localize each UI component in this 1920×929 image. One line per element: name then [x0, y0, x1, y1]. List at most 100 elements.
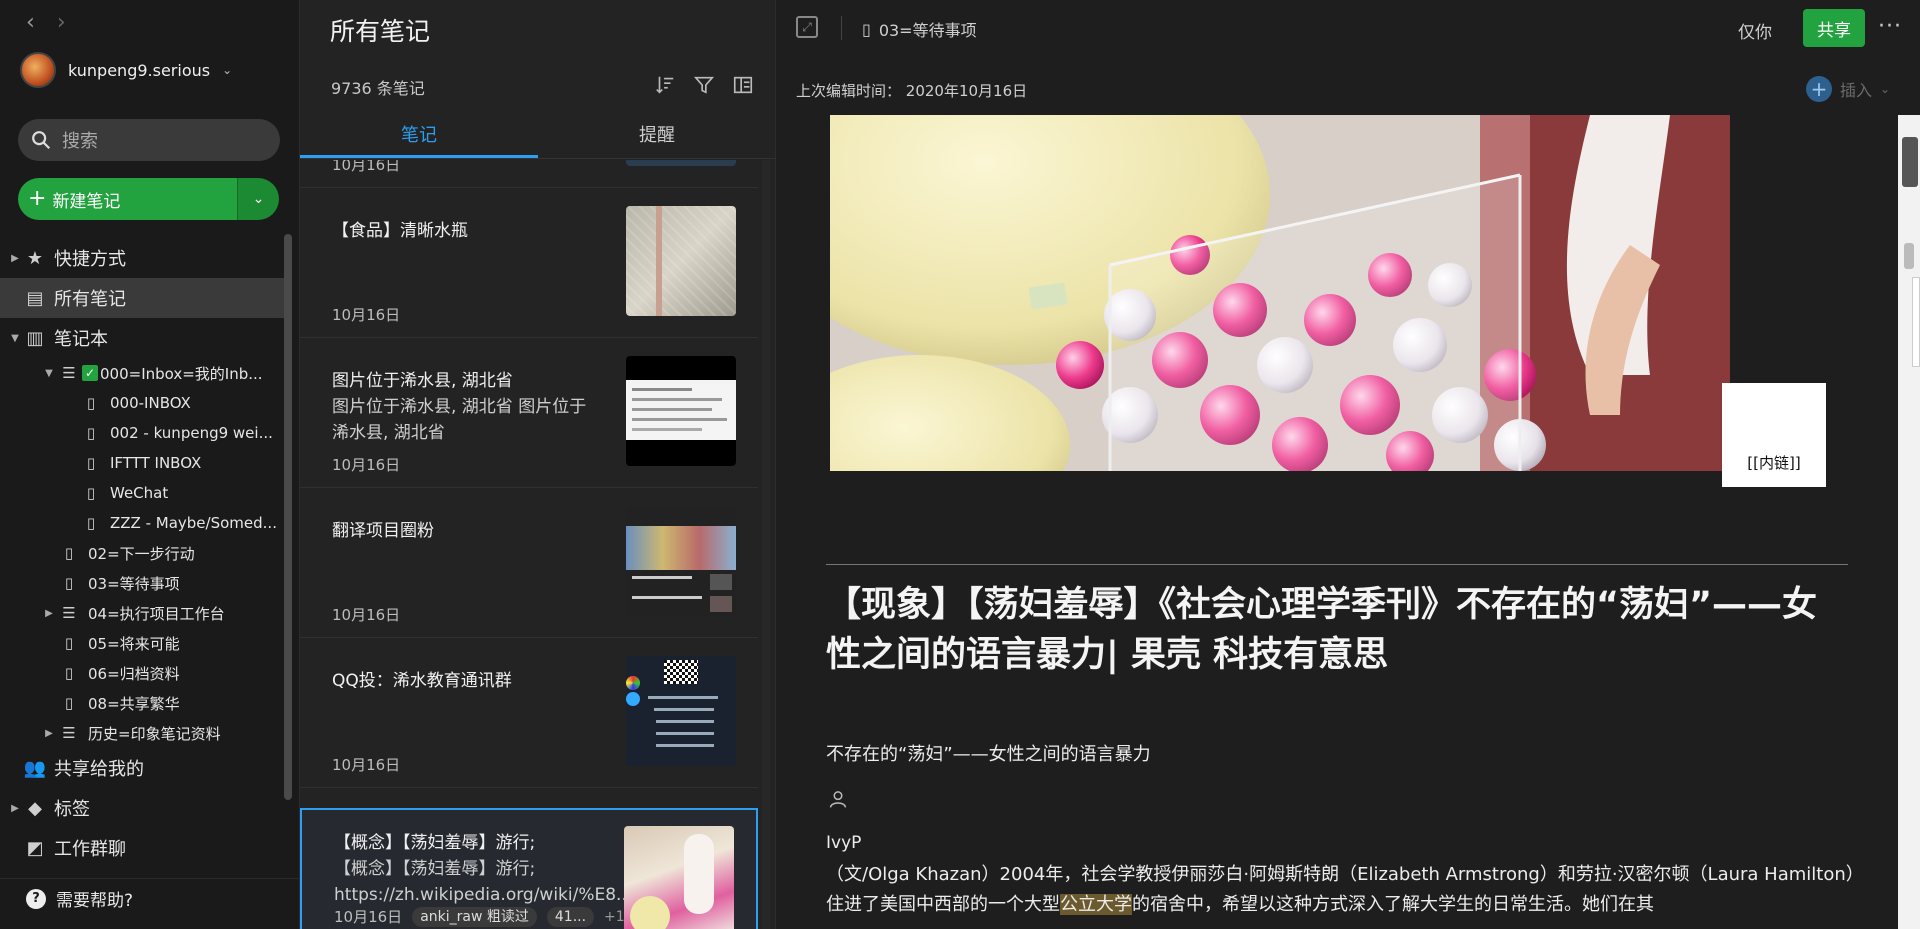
scroll-thumb[interactable] — [1904, 243, 1914, 269]
sidebar-item-notebook[interactable]: ▯ 000-INBOX — [0, 388, 284, 418]
notebook-icon: ▯ — [86, 514, 96, 532]
filter-icon[interactable] — [693, 74, 715, 96]
inner-link-button[interactable]: [[内链]] — [1722, 383, 1826, 487]
sidebar-item-shortcuts[interactable]: ▶ ★ 快捷方式 — [0, 238, 284, 278]
checkmark-icon: ✓ — [82, 365, 98, 381]
sidebar-item-label: 002 - kunpeng9 wei... — [110, 424, 273, 442]
search-input[interactable]: 搜索 — [18, 119, 280, 161]
chat-icon: ◩ — [26, 837, 44, 859]
sidebar-item-label: 历史=印象笔记资料 — [88, 724, 221, 743]
forward-arrow-icon[interactable]: › — [57, 10, 66, 35]
sidebar-item-notebook[interactable]: ▯ 03=等待事项 — [0, 568, 284, 598]
scroll-thumb[interactable] — [1902, 137, 1918, 187]
sidebar-item-notebook[interactable]: ▯ 02=下一步行动 — [0, 538, 284, 568]
chevron-down-icon: ⌄ — [222, 63, 233, 77]
sidebar-item-notebook[interactable]: ▯ 05=将来可能 — [0, 628, 284, 658]
people-icon: 👥 — [23, 757, 47, 779]
help-button[interactable]: ? 需要帮助? — [0, 878, 300, 918]
visibility-label[interactable]: 仅你 — [1738, 18, 1772, 43]
sidebar-tree: ▶ ★ 快捷方式 ▤ 所有笔记 ▼ ▥ 笔记本 ▼ ☰ ✓ 000=Inbox=… — [0, 238, 284, 868]
sort-icon[interactable] — [654, 74, 676, 96]
sidebar-item-notebook[interactable]: ▯ 08=共享繁华 — [0, 688, 284, 718]
note-title: 【概念】【荡妇羞辱】游行; — [334, 833, 536, 853]
notebook-icon: ▯ — [64, 544, 74, 562]
note-date: 10月16日 — [332, 306, 401, 324]
star-icon: ★ — [26, 247, 44, 269]
note-thumbnail — [626, 656, 736, 766]
sidebar-item-label: 所有笔记 — [54, 289, 126, 310]
sidebar-item-notebook[interactable]: ▯ WeChat — [0, 478, 284, 508]
sidebar-item-label: 06=归档资料 — [88, 664, 180, 683]
tab-notes[interactable]: 笔记 — [300, 113, 538, 158]
stack-icon: ☰ — [62, 364, 76, 382]
view-options-icon[interactable] — [732, 74, 754, 96]
plus-icon: + — [28, 185, 47, 211]
breadcrumb[interactable]: ▯ 03=等待事项 — [862, 17, 977, 41]
note-date: 10月16日 — [332, 456, 401, 474]
note-card-selected[interactable]: 【概念】【荡妇羞辱】游行; 【概念】【荡妇羞辱】游行; https://zh.w… — [300, 808, 758, 929]
note-content[interactable]: [[内链]] 【现象】【荡妇羞辱】《社会心理学季刊》不存在的“荡妇”——女性之间… — [776, 115, 1900, 929]
collapse-caret-icon[interactable]: ▼ — [10, 333, 20, 344]
new-note-button[interactable]: + 新建笔记 — [18, 178, 237, 220]
expand-caret-icon[interactable]: ▶ — [44, 608, 54, 619]
tab-reminders[interactable]: 提醒 — [538, 113, 776, 158]
chevron-down-icon: ⌄ — [252, 191, 265, 207]
expand-caret-icon[interactable]: ▶ — [10, 253, 20, 264]
sidebar-item-stack[interactable]: ▶ ☰ 04=执行项目工作台 — [0, 598, 284, 628]
back-arrow-icon[interactable]: ‹ — [26, 10, 35, 35]
note-card[interactable]: 10月16日 — [300, 160, 758, 188]
tag-pill[interactable]: anki_raw 粗读过 — [412, 906, 537, 927]
sidebar-item-notebook[interactable]: ▯ IFTTT INBOX — [0, 448, 284, 478]
sidebar-item-stack-inbox[interactable]: ▼ ☰ ✓ 000=Inbox=我的Inb... — [0, 358, 284, 388]
sidebar-item-label: ZZZ - Maybe/Somed... — [110, 514, 277, 532]
sidebar-item-label: 标签 — [54, 799, 90, 820]
more-tags-count[interactable]: +1 — [604, 909, 625, 925]
tag-icon: ◆ — [28, 797, 42, 819]
search-icon — [32, 131, 51, 150]
sidebar-item-stack[interactable]: ▶ ☰ 历史=印象笔记资料 — [0, 718, 284, 748]
note-card[interactable]: QQ投：浠水教育通讯群 10月16日 — [300, 638, 758, 788]
share-button[interactable]: 共享 — [1803, 9, 1865, 47]
sidebar-item-notebook[interactable]: ▯ 002 - kunpeng9 wei... — [0, 418, 284, 448]
tag-pill[interactable]: 41... — [546, 906, 595, 927]
editor-scrollbar[interactable] — [1898, 115, 1920, 929]
new-note-control: + 新建笔记 ⌄ — [18, 178, 279, 220]
more-options-icon[interactable]: ··· — [1878, 14, 1902, 39]
sidebar-item-notebook[interactable]: ▯ 06=归档资料 — [0, 658, 284, 688]
sidebar-item-all-notes[interactable]: ▤ 所有笔记 — [0, 278, 284, 318]
sidebar-item-tags[interactable]: ▶ ◆ 标签 — [0, 788, 284, 828]
sidebar-item-label: 工作群聊 — [54, 839, 126, 860]
notebook-icon: ▯ — [64, 574, 74, 592]
sidebar-item-shared-with-me[interactable]: 👥 共享给我的 — [0, 748, 284, 788]
collapse-caret-icon[interactable]: ▼ — [44, 368, 54, 379]
expand-caret-icon[interactable]: ▶ — [44, 728, 54, 739]
expand-caret-icon[interactable]: ▶ — [10, 803, 20, 814]
notebook-icon: ▥ — [26, 327, 44, 349]
sidebar-item-notebooks[interactable]: ▼ ▥ 笔记本 — [0, 318, 284, 358]
sidebar-item-label: 快捷方式 — [54, 249, 126, 270]
list-scrollbar[interactable] — [762, 160, 770, 929]
note-card[interactable]: 图片位于浠水县, 湖北省 图片位于浠水县, 湖北省 图片位于浠水县, 湖北省 1… — [300, 338, 758, 488]
sidebar-item-notebook[interactable]: ▯ ZZZ - Maybe/Somed... — [0, 508, 284, 538]
notebook-icon: ▯ — [86, 454, 96, 472]
highlighted-text: 公立大学 — [1060, 894, 1132, 915]
note-thumbnail — [624, 826, 734, 929]
note-card[interactable]: 翻译项目圈粉 10月16日 — [300, 488, 758, 638]
account-menu[interactable]: kunpeng9.serious ⌄ — [20, 52, 232, 88]
article-subtitle: 不存在的“荡妇”——女性之间的语言暴力 — [826, 744, 1151, 765]
editor-toolbar: ⤢ ▯ 03=等待事项 仅你 共享 ··· — [776, 0, 1920, 56]
insert-button[interactable]: + 插入 ⌄ — [1806, 76, 1890, 102]
notebook-icon: ▯ — [86, 424, 96, 442]
expand-icon[interactable]: ⤢ — [796, 16, 818, 38]
note-date: 10月16日 — [332, 756, 401, 774]
note-count: 9736 条笔记 — [331, 79, 425, 98]
note-image — [830, 115, 1730, 471]
list-tabs: 笔记 提醒 — [300, 113, 776, 159]
new-note-dropdown-button[interactable]: ⌄ — [237, 178, 279, 220]
note-card[interactable]: 【食品】清晰水瓶 10月16日 — [300, 188, 758, 338]
article-title: 【现象】【荡妇羞辱】《社会心理学季刊》不存在的“荡妇”——女性之间的语言暴力| … — [826, 585, 1818, 675]
sidebar-scrollbar[interactable] — [284, 234, 292, 800]
sidebar-item-work-chat[interactable]: ◩ 工作群聊 — [0, 828, 284, 868]
note-date: 10月16日 — [334, 908, 403, 926]
last-edited-value: 2020年10月16日 — [905, 82, 1028, 100]
